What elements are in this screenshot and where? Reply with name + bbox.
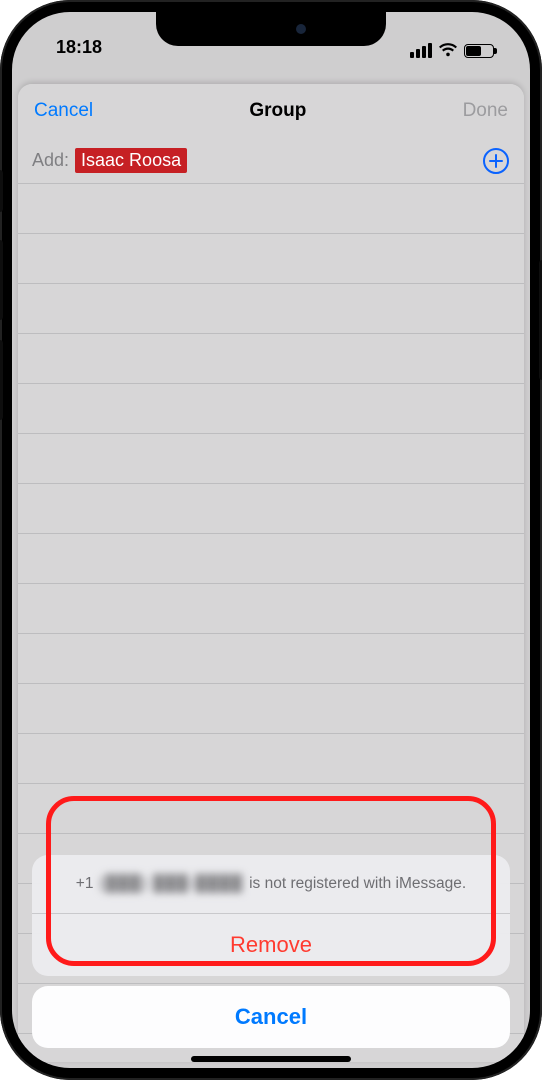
- modal-card: Cancel Group Done Add: Isaac Roosa +1 (█…: [18, 84, 524, 1062]
- add-contact-button[interactable]: [482, 147, 510, 175]
- action-sheet-group: +1 (███) ███-████ is not registered with…: [32, 855, 510, 976]
- phone-frame: 18:18 Cancel Group Done Add: Isaac Roosa: [0, 0, 542, 1080]
- contact-chip[interactable]: Isaac Roosa: [75, 148, 187, 173]
- nav-bar: Cancel Group Done: [18, 84, 524, 138]
- battery-icon: [464, 44, 494, 58]
- phone-redacted: (███) ███-████: [99, 875, 243, 893]
- message-suffix: is not registered with iMessage.: [249, 875, 466, 893]
- add-contact-row[interactable]: Add: Isaac Roosa: [18, 138, 524, 184]
- sheet-cancel-button[interactable]: Cancel: [32, 986, 510, 1048]
- status-time: 18:18: [42, 37, 102, 58]
- add-label: Add:: [32, 150, 69, 171]
- action-sheet-message: +1 (███) ███-████ is not registered with…: [32, 855, 510, 914]
- nav-title: Group: [249, 100, 306, 122]
- screen: 18:18 Cancel Group Done Add: Isaac Roosa: [12, 12, 530, 1068]
- cancel-button[interactable]: Cancel: [34, 100, 93, 122]
- side-button: [0, 170, 3, 212]
- action-sheet: +1 (███) ███-████ is not registered with…: [32, 855, 510, 1048]
- wifi-icon: [438, 43, 458, 58]
- cellular-icon: [410, 43, 432, 58]
- side-button: [0, 340, 3, 420]
- phone-prefix: +1: [76, 875, 94, 893]
- remove-button[interactable]: Remove: [32, 914, 510, 976]
- done-button[interactable]: Done: [463, 100, 508, 122]
- status-icons: [410, 43, 500, 58]
- home-indicator[interactable]: [191, 1056, 351, 1062]
- front-camera-icon: [296, 24, 306, 34]
- side-button: [0, 240, 3, 320]
- notch: [156, 12, 386, 46]
